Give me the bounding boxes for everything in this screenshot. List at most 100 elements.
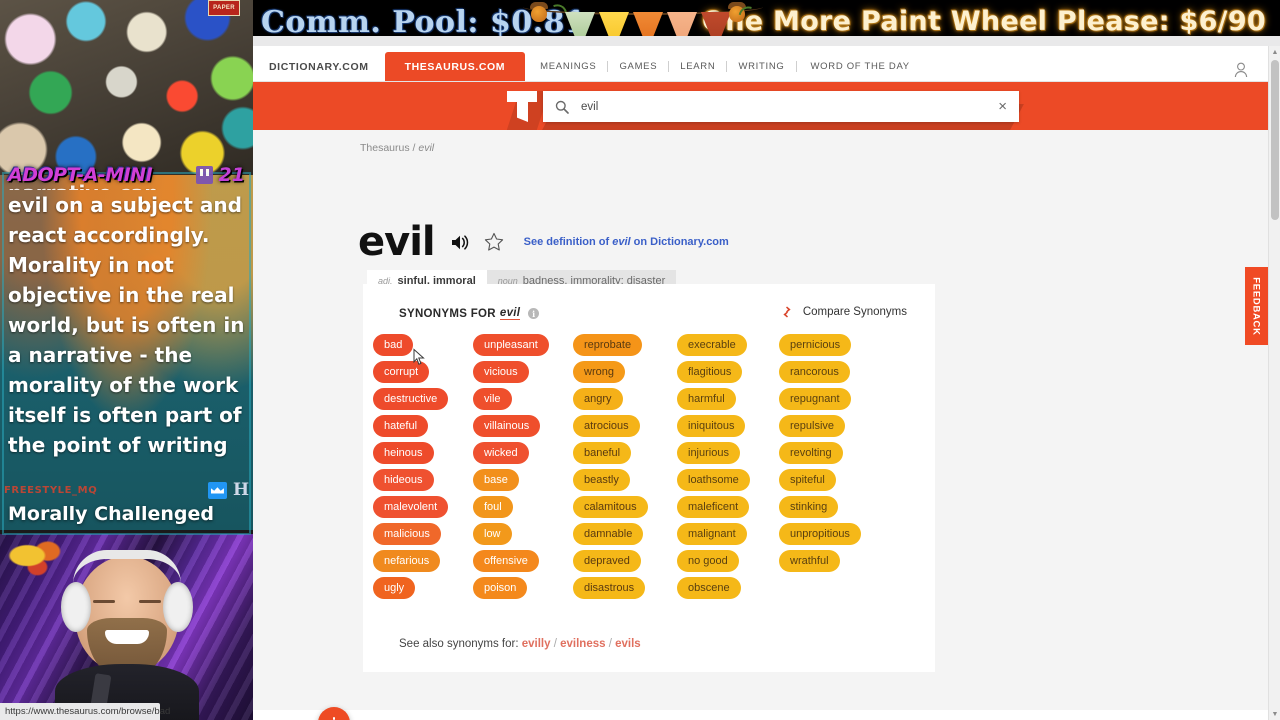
synonym-pill[interactable]: no good [677,550,739,572]
synonym-pill[interactable]: repugnant [779,388,851,410]
search-box[interactable]: evil × [543,91,1019,122]
synonym-pill[interactable]: malevolent [373,496,449,518]
feedback-tab[interactable]: FEEDBACK [1245,267,1268,345]
goal-text: One More Paint Wheel Please: $6/90 [701,6,1266,37]
synonym-pill[interactable]: malignant [677,523,747,545]
synonym-pill[interactable]: foul [473,496,513,518]
synonym-pill[interactable]: rancorous [779,361,850,383]
synonym-pill[interactable]: unpropitious [779,523,861,545]
stream-overlay-panel: PAPER ADOPT-A-MINI 21 narrative can purp… [0,0,253,720]
synonym-pill[interactable]: offensive [473,550,539,572]
synonym-pill[interactable]: calamitous [573,496,648,518]
subscriber-badge-icon [207,481,227,499]
synonym-pill[interactable]: depraved [573,550,641,572]
scrollbar-thumb[interactable] [1271,60,1279,220]
stream-title: Morally Challenged [8,503,214,525]
synonym-pill[interactable]: nefarious [373,550,441,572]
synonym-pill[interactable]: repulsive [779,415,846,437]
synonym-pill[interactable]: ugly [373,577,416,599]
page-scrollbar[interactable]: ▲ ▼ [1268,46,1280,720]
nav-link-meanings[interactable]: MEANINGS [529,61,607,72]
account-icon[interactable] [1234,62,1248,78]
synonym-pill[interactable]: wrong [573,361,625,383]
see-also-row: See also synonyms for: evilly / evilness… [399,638,641,650]
favorite-star-icon[interactable] [484,232,504,252]
synonym-pill[interactable]: maleficent [677,496,750,518]
synonym-pill[interactable]: wrathful [779,550,840,572]
nav-link-learn[interactable]: LEARN [669,61,726,72]
synonym-pill[interactable]: bad [373,334,414,356]
see-also-link-evilly[interactable]: evilly [522,638,551,650]
search-input[interactable]: evil [581,101,998,113]
search-icon [555,100,569,114]
synonym-pill[interactable]: unpleasant [473,334,549,356]
synonym-pill[interactable]: hateful [373,415,429,437]
synonym-pill[interactable]: stinking [779,496,839,518]
info-icon[interactable]: i [528,308,540,319]
synonym-pill[interactable]: angry [573,388,623,410]
chat-message-text: evil on a subject and react accordingly.… [8,193,245,457]
synonym-pill[interactable]: atrocious [573,415,640,437]
synonym-column-3: reprobate wrong angry atrocious baneful beast… [573,334,677,599]
synonym-pill[interactable]: harmful [677,388,736,410]
speaker-icon[interactable] [451,234,470,251]
thesaurus-logo-icon[interactable] [507,91,537,127]
synonym-pill[interactable]: malicious [373,523,441,545]
channel-letter-icon: H [232,479,249,500]
synonym-pill[interactable]: flagitious [677,361,743,383]
synonym-column-5: pernicious rancorous repugnant repulsive rev… [779,334,891,599]
compare-synonyms-button[interactable]: Compare Synonyms [780,306,907,318]
synonym-pill[interactable]: corrupt [373,361,430,383]
synonyms-heading: SYNONYMS FOR evil i [399,307,540,320]
synonym-pill[interactable]: base [473,469,519,491]
scroll-down-icon[interactable]: ▼ [1269,708,1280,720]
synonym-pill[interactable]: loathsome [677,469,750,491]
synonym-pill[interactable]: poison [473,577,528,599]
fab-dot-1 [332,717,336,720]
more-options-button[interactable] [318,707,350,720]
synonym-pill[interactable]: low [473,523,512,545]
word-header: evil See definition of evil on Dictionar… [358,222,729,262]
see-also-link-evils[interactable]: evils [615,638,641,650]
synonym-pill[interactable]: damnable [573,523,644,545]
synonym-pill[interactable]: iniquitous [677,415,746,437]
synonym-pill[interactable]: wicked [473,442,529,464]
scroll-up-icon[interactable]: ▲ [1269,46,1280,58]
nav-link-games[interactable]: GAMES [608,61,668,72]
synonym-column-1: bad corrupt destructive hateful heinous hideo… [373,334,473,599]
tab-dictionary-com[interactable]: DICTIONARY.COM [253,52,385,81]
synonym-pill[interactable]: disastrous [573,577,646,599]
browser-window: DICTIONARY.COM THESAURUS.COM MEANINGS GA… [253,36,1280,720]
nav-link-writing[interactable]: WRITING [727,61,795,72]
synonym-pill[interactable]: pernicious [779,334,852,356]
synonym-pill[interactable]: execrable [677,334,747,356]
synonym-pill[interactable]: spiteful [779,469,836,491]
synonym-pill[interactable]: obscene [677,577,741,599]
synonym-pill[interactable]: hideous [373,469,434,491]
synonym-pill[interactable]: villainous [473,415,541,437]
browser-chrome-strip [253,36,1280,46]
screen-root: PAPER ADOPT-A-MINI 21 narrative can purp… [0,0,1280,720]
synonym-pill[interactable]: vile [473,388,512,410]
see-definition-link[interactable]: See definition of evil on Dictionary.com [524,236,729,248]
synonym-pill[interactable]: baneful [573,442,632,464]
compare-arrows-icon [780,306,794,318]
synonym-pill[interactable]: revolting [779,442,843,464]
breadcrumb-root[interactable]: Thesaurus [360,142,410,154]
see-definition-word: evil [612,236,631,248]
synonym-pill[interactable]: destructive [373,388,449,410]
synonym-pill[interactable]: injurious [677,442,740,464]
compare-synonyms-label: Compare Synonyms [802,306,907,318]
nav-link-word-of-the-day[interactable]: WORD OF THE DAY [797,61,924,72]
streamer-eye-left [92,600,115,603]
see-also-link-evilness[interactable]: evilness [560,638,605,650]
streamer-avatar [54,550,199,720]
synonym-pill[interactable]: reprobate [573,334,643,356]
synonym-pill[interactable]: vicious [473,361,529,383]
autumn-leaf-decoration [8,538,72,582]
clear-search-icon[interactable]: × [998,99,1007,114]
synonym-pill[interactable]: beastly [573,469,630,491]
tab-thesaurus-com[interactable]: THESAURUS.COM [384,52,526,81]
marbles-background-image [0,0,253,178]
synonym-pill[interactable]: heinous [373,442,434,464]
